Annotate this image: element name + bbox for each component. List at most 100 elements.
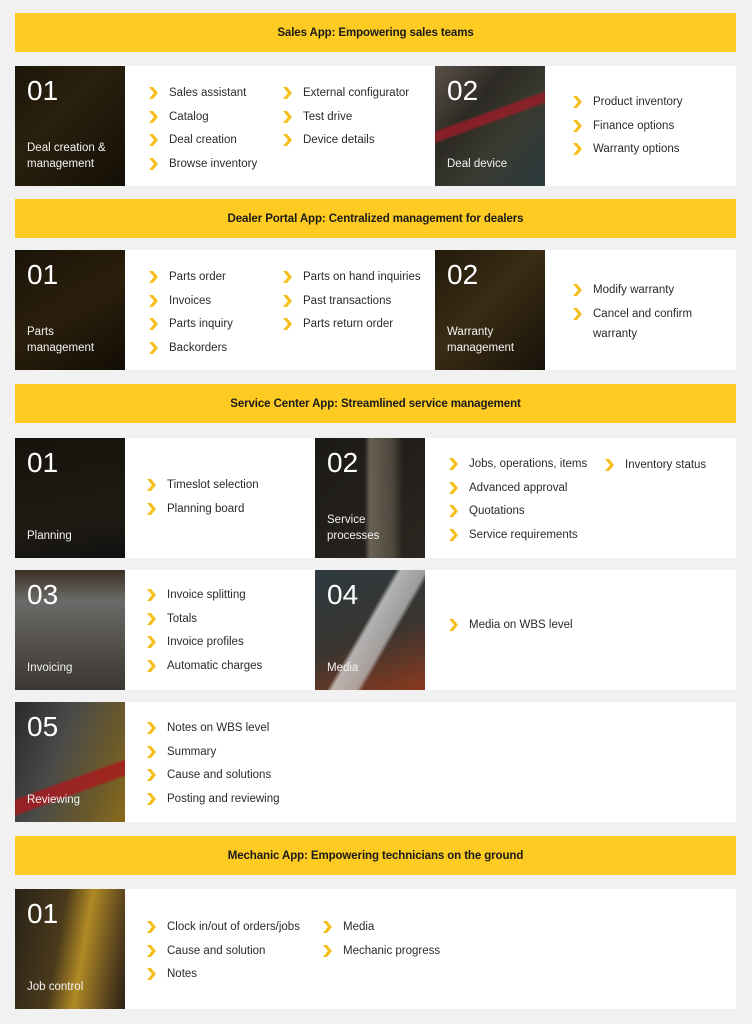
feature-item: Product inventory (569, 94, 683, 110)
feature-item: Finance options (569, 118, 683, 134)
feature-label: Parts return order (303, 318, 394, 330)
feature-label: Past transactions (303, 294, 392, 307)
feature-item: Notes (143, 966, 300, 982)
feature-label: Media on WBS level (469, 619, 573, 631)
feature-item: Backorders (145, 340, 233, 356)
chevron-right-icon (323, 944, 332, 957)
feature-list: Product inventory Finance options Warranty… (569, 94, 683, 165)
chevron-right-icon (283, 294, 292, 307)
module-tile-service-processes[interactable]: 02 Service processes (315, 438, 425, 558)
section-title: Dealer Portal App: Centralized managemen… (227, 212, 524, 225)
module-tile-deal-device[interactable]: 02 Deal device (435, 66, 545, 186)
chevron-right-icon (149, 87, 158, 99)
feature-label: Advanced approval (469, 481, 568, 494)
module-caption: Job control (27, 981, 84, 993)
module-row: 01 Deal creation & management Sales assi… (15, 66, 736, 186)
chevron-right-icon (147, 479, 156, 491)
module-tile-planning[interactable]: 01 Planning (15, 438, 125, 558)
chevron-right-icon (573, 307, 582, 320)
section-title: Service Center App: Streamlined service … (230, 397, 521, 410)
module-caption: Invoicing (27, 662, 73, 674)
chevron-right-icon (149, 318, 158, 330)
module-tile-job-control[interactable]: 01 Job control (15, 889, 125, 1009)
feature-item: Planning board (143, 501, 259, 517)
feature-list: Sales assistant Catalog Deal creation Brows… (145, 85, 257, 179)
chevron-right-icon (147, 502, 156, 515)
chevron-right-icon (147, 745, 156, 758)
chevron-right-icon (149, 271, 158, 283)
module-number: 02 (447, 75, 479, 106)
module-row: 03 Invoicing Invoice splitting Totals Invo… (15, 570, 736, 690)
module-tile-warranty-management[interactable]: 02 Warranty management (435, 250, 545, 370)
feature-label: Catalog (169, 110, 209, 123)
chevron-right-icon (573, 119, 582, 132)
feature-item: Past transactions (279, 293, 421, 309)
feature-item: Browse inventory (145, 156, 257, 172)
module-caption: Planning (27, 530, 72, 542)
chevron-right-icon (147, 659, 156, 672)
chevron-right-icon (149, 157, 158, 170)
feature-item: Parts inquiry (145, 316, 233, 332)
module-tile-invoicing[interactable]: 03 Invoicing (15, 570, 125, 690)
feature-label: Media (343, 921, 375, 933)
feature-label: Warranty options (593, 143, 680, 155)
module-caption: Warranty management (447, 326, 515, 354)
chevron-right-icon (147, 589, 156, 601)
feature-item: Parts return order (279, 316, 421, 332)
feature-item: Parts on hand inquiries (279, 269, 421, 285)
chevron-right-icon (149, 341, 158, 354)
chevron-right-icon (147, 944, 156, 957)
feature-item: Media on WBS level (445, 617, 573, 633)
section-banner-mechanic-app: Mechanic App: Empowering technicians on … (15, 836, 736, 875)
section-banner-dealer-portal-app: Dealer Portal App: Centralized managemen… (15, 199, 736, 238)
chevron-right-icon (449, 458, 458, 470)
feature-label: Parts inquiry (169, 318, 233, 330)
feature-list: Media on WBS level (445, 617, 573, 641)
feature-item: Totals (143, 611, 262, 627)
section-title: Mechanic App: Empowering technicians on … (227, 849, 524, 862)
feature-label: Inventory status (625, 459, 707, 471)
module-caption: Service processes (327, 514, 380, 542)
chevron-right-icon (147, 921, 156, 933)
feature-item: Cancel and confirm warranty (569, 304, 709, 344)
feature-item: Advanced approval (445, 480, 587, 496)
feature-item: External configurator (279, 85, 409, 101)
section-banner-sales-app: Sales App: Empowering sales teams (15, 13, 736, 52)
feature-label: External configurator (303, 87, 410, 99)
chevron-right-icon (147, 636, 156, 648)
feature-item: Timeslot selection (143, 477, 259, 493)
chevron-right-icon (147, 792, 156, 805)
feature-item: Sales assistant (145, 85, 257, 101)
feature-label: Test drive (303, 110, 353, 123)
module-tile-media[interactable]: 04 Media (315, 570, 425, 690)
feature-item: Invoice splitting (143, 587, 262, 603)
feature-item: Modify warranty (569, 282, 709, 298)
module-tile-reviewing[interactable]: 05 Reviewing (15, 702, 125, 822)
module-number: 05 (27, 711, 59, 742)
feature-list: Invoice splitting Totals Invoice profiles A… (143, 587, 262, 681)
feature-item: Device details (279, 132, 409, 148)
feature-label: Summary (167, 745, 217, 758)
feature-label: Invoices (169, 294, 212, 307)
chevron-right-icon (147, 769, 156, 781)
module-number: 01 (27, 447, 59, 478)
feature-item: Summary (143, 744, 280, 760)
chevron-right-icon (449, 619, 458, 631)
feature-label: Clock in/out of orders/jobs (167, 921, 300, 933)
chevron-right-icon (283, 110, 292, 123)
feature-label: Notes (167, 968, 198, 980)
module-caption: Deal device (447, 158, 508, 170)
feature-label: Backorders (169, 341, 228, 354)
module-tile-deal-creation[interactable]: 01 Deal creation & management (15, 66, 125, 186)
module-number: 02 (327, 447, 359, 478)
chevron-right-icon (449, 505, 458, 517)
feature-list: Jobs, operations, items Advanced approval… (445, 456, 587, 550)
chevron-right-icon (149, 294, 158, 307)
feature-label: Invoice splitting (167, 589, 246, 601)
module-tile-parts-management[interactable]: 01 Parts management (15, 250, 125, 370)
feature-label: Cause and solution (167, 944, 266, 957)
feature-label: Posting and reviewing (167, 792, 280, 805)
module-row: 01 Job control Clock in/out of orders/jo… (15, 889, 736, 1009)
feature-label: Quotations (469, 505, 525, 517)
feature-label: Timeslot selection (167, 479, 259, 491)
